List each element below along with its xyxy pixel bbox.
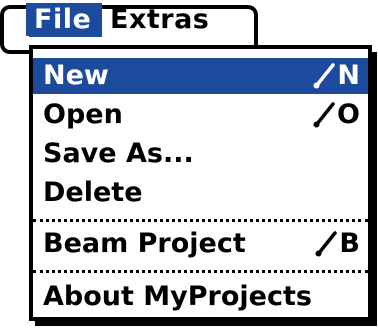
- menu-item-new-shortcut-key: N: [337, 60, 360, 91]
- menu-shadow-right: [372, 52, 377, 326]
- menu-item-delete[interactable]: Delete: [33, 175, 368, 211]
- menu-extras-title[interactable]: Extras: [102, 3, 217, 37]
- menu-item-about-myprojects[interactable]: About MyProjects: [33, 279, 368, 315]
- menu-separator: [33, 270, 368, 273]
- menu-item-save-as[interactable]: Save As...: [33, 136, 368, 172]
- menu-shadow-bottom: [35, 321, 377, 326]
- command-stroke-icon: [315, 231, 338, 257]
- menu-item-beam-project-shortcut: B: [315, 226, 360, 262]
- menu-tab-left-edge: [0, 36, 29, 54]
- menu-item-open-shortcut: O: [313, 97, 360, 133]
- menu-item-new-label: New: [43, 60, 109, 91]
- menu-item-open-label: Open: [43, 99, 123, 130]
- menu-separator: [33, 219, 368, 222]
- menu-item-beam-project[interactable]: Beam Project B: [33, 226, 368, 262]
- command-stroke-icon: [313, 102, 335, 128]
- menu-item-new[interactable]: New N: [33, 58, 368, 94]
- menu-item-open[interactable]: Open O: [33, 97, 368, 133]
- command-stroke-icon: [313, 63, 336, 89]
- menu-item-delete-label: Delete: [43, 177, 143, 208]
- menu-item-save-as-label: Save As...: [43, 138, 194, 169]
- menu-item-beam-project-label: Beam Project: [43, 228, 246, 259]
- menu-item-open-shortcut-key: O: [337, 99, 360, 130]
- menu-file-title[interactable]: File: [26, 3, 102, 37]
- menu-item-about-myprojects-label: About MyProjects: [43, 281, 312, 312]
- menu-item-beam-project-shortcut-key: B: [339, 228, 360, 259]
- menu-item-new-shortcut: N: [313, 58, 360, 94]
